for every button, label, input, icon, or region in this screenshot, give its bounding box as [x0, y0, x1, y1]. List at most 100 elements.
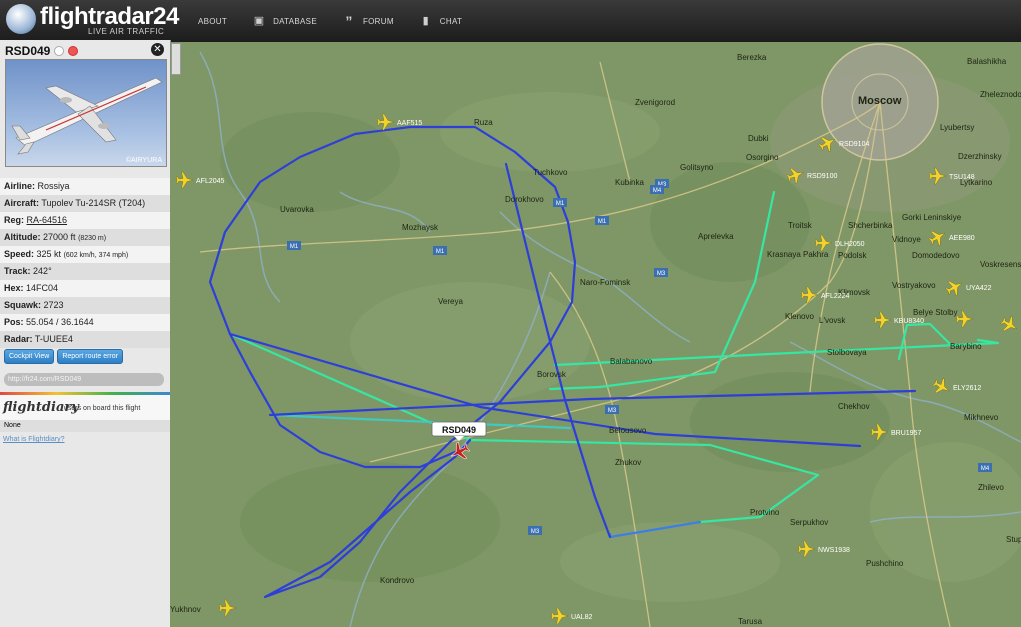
pos-value: 55.054 / 36.1644: [26, 317, 94, 327]
nav-forum[interactable]: ” FORUM: [343, 14, 394, 28]
town-label: Podolsk: [838, 251, 867, 260]
town-label: Kondrovo: [380, 576, 415, 585]
town-label: Zheleznodorozhny: [980, 90, 1021, 99]
pos-label: Pos:: [4, 317, 24, 327]
aircraft-value: Tupolev Tu-214SR (T204): [41, 198, 146, 208]
track-row: Track: 242°: [0, 263, 170, 280]
town-label: Balashikha: [967, 57, 1007, 66]
logo-subtitle: LIVE AIR TRAFFIC: [88, 27, 165, 36]
nav-database-label: DATABASE: [273, 16, 317, 26]
hex-value: 14FC04: [26, 283, 59, 293]
nav-chat-label: CHAT: [439, 16, 463, 26]
share-link-field[interactable]: http://fr24.com/RSD049: [4, 373, 164, 386]
altitude-meters: (8230 m): [78, 235, 107, 242]
top-bar: flightradar24 LIVE AIR TRAFFIC ABOUT ▣ D…: [0, 0, 1021, 43]
flightradar24-logo[interactable]: flightradar24 LIVE AIR TRAFFIC: [6, 3, 179, 39]
aircraft-callsign-label: UAL82: [571, 614, 593, 621]
road-shield: M1: [287, 241, 301, 250]
town-label: Protvino: [750, 508, 780, 517]
reg-link[interactable]: RA-64516: [27, 215, 68, 225]
road-shield: M1: [595, 216, 609, 225]
map-view[interactable]: Moscow Berezka Balashikha Zheleznodorozhny L…: [170, 42, 1021, 627]
squawk-row: Squawk: 2723: [0, 297, 170, 314]
flight-info-panel: RSD049 ✕ ©AIRYURA Airline: Rossiya Aircr…: [0, 40, 171, 627]
map-zoom-handle[interactable]: [171, 43, 181, 75]
alert-icon[interactable]: [68, 46, 79, 56]
road-shield: M1: [433, 246, 447, 255]
map-canvas[interactable]: Moscow Berezka Balashikha Zheleznodorozhny L…: [170, 42, 1021, 627]
town-label: Troitsk: [788, 221, 813, 230]
town-label: Mikhnevo: [964, 413, 999, 422]
altitude-label: Altitude:: [4, 232, 41, 242]
reg-label: Reg:: [4, 215, 24, 225]
report-route-error-button[interactable]: Report route error: [57, 349, 123, 364]
town-label: Dzerzhinsky: [958, 152, 1002, 161]
hex-row: Hex: 14FC04: [0, 280, 170, 297]
callsign: RSD049: [5, 44, 51, 58]
photo-credit: ©AIRYURA: [125, 157, 162, 164]
box-icon: ▣: [253, 15, 265, 27]
nav-about[interactable]: ABOUT: [178, 15, 227, 27]
road-shield-label: M3: [531, 529, 540, 535]
aircraft-callsign-label: BRU1957: [891, 430, 921, 437]
radar-value: T-UUEE4: [34, 334, 73, 344]
town-label: Moscow: [858, 95, 902, 107]
airline-label: Airline:: [4, 181, 36, 191]
road-shield-label: M1: [436, 249, 445, 255]
town-label: Berezka: [737, 53, 767, 62]
altitude-row: Altitude: 27000 ft (8230 m): [0, 229, 170, 246]
town-label: Zhilevo: [978, 483, 1004, 492]
aircraft-callsign-label: UYA422: [966, 285, 992, 292]
airline-row: Airline: Rossiya: [0, 178, 170, 195]
town-label: Domodedovo: [912, 251, 960, 260]
road-shield-label: M4: [981, 466, 990, 472]
speed-row: Speed: 325 kt (602 km/h, 374 mph): [0, 246, 170, 263]
town-label: Shcherbinka: [848, 221, 893, 230]
town-label: Borovsk: [537, 370, 567, 379]
globe-icon: [6, 4, 36, 34]
road-shield-label: M3: [608, 408, 617, 414]
airline-value: Rossiya: [37, 181, 70, 191]
close-icon[interactable]: ✕: [151, 43, 164, 56]
road-shield: M1: [553, 198, 567, 207]
road-shield: M3: [654, 268, 668, 277]
town-label: Barybino: [950, 342, 982, 351]
road-shield: M4: [650, 185, 664, 194]
town-label: Zhukov: [615, 458, 641, 467]
town-label: Zvenigorod: [635, 98, 675, 107]
town-label: Aprelevka: [698, 232, 734, 241]
reg-row: Reg: RA-64516: [0, 212, 170, 229]
aircraft-photo[interactable]: ©AIRYURA: [5, 59, 167, 167]
squawk-label: Squawk:: [4, 300, 42, 310]
town-label: Golitsyno: [680, 163, 714, 172]
track-label: Track:: [4, 266, 31, 276]
town-label: Gorki Leninskiye: [902, 213, 962, 222]
aircraft-callsign-label: KBU8340: [894, 318, 924, 325]
town-label: Naro-Fominsk: [580, 278, 631, 287]
radar-label: Radar:: [4, 334, 33, 344]
aircraft-callsign-label: RSD9104: [839, 141, 869, 148]
nav-database[interactable]: ▣ DATABASE: [253, 15, 317, 27]
pos-row: Pos: 55.054 / 36.1644: [0, 314, 170, 331]
nav-chat[interactable]: ▮ CHAT: [420, 15, 462, 27]
flightdiary-text: users on board this flight: [64, 405, 141, 412]
road-shield-label: M3: [657, 271, 666, 277]
town-label: Vereya: [438, 297, 463, 306]
share-icon[interactable]: [54, 46, 65, 56]
what-is-flightdiary-link[interactable]: What is Flightdiary?: [3, 436, 64, 443]
flightdiary-none: None: [0, 420, 170, 432]
road-shield-label: M1: [598, 219, 607, 225]
town-label: Krasnaya Pakhra: [767, 250, 829, 259]
aircraft-photo-plane-icon: [11, 77, 163, 155]
road-shield-label: M4: [653, 188, 662, 194]
nav-forum-label: FORUM: [362, 16, 394, 26]
town-label: Klenovo: [785, 312, 814, 321]
town-label: Pushchino: [866, 559, 904, 568]
main-nav: ABOUT ▣ DATABASE ” FORUM ▮ CHAT: [178, 0, 488, 42]
town-label: Osorgino: [746, 153, 779, 162]
cockpit-view-button[interactable]: Cockpit View: [4, 349, 55, 364]
speed-value: 325 kt: [36, 249, 62, 259]
town-label: Belousovo: [609, 426, 647, 435]
town-label: L'vovsk: [819, 316, 846, 325]
nav-about-label: ABOUT: [198, 16, 228, 26]
